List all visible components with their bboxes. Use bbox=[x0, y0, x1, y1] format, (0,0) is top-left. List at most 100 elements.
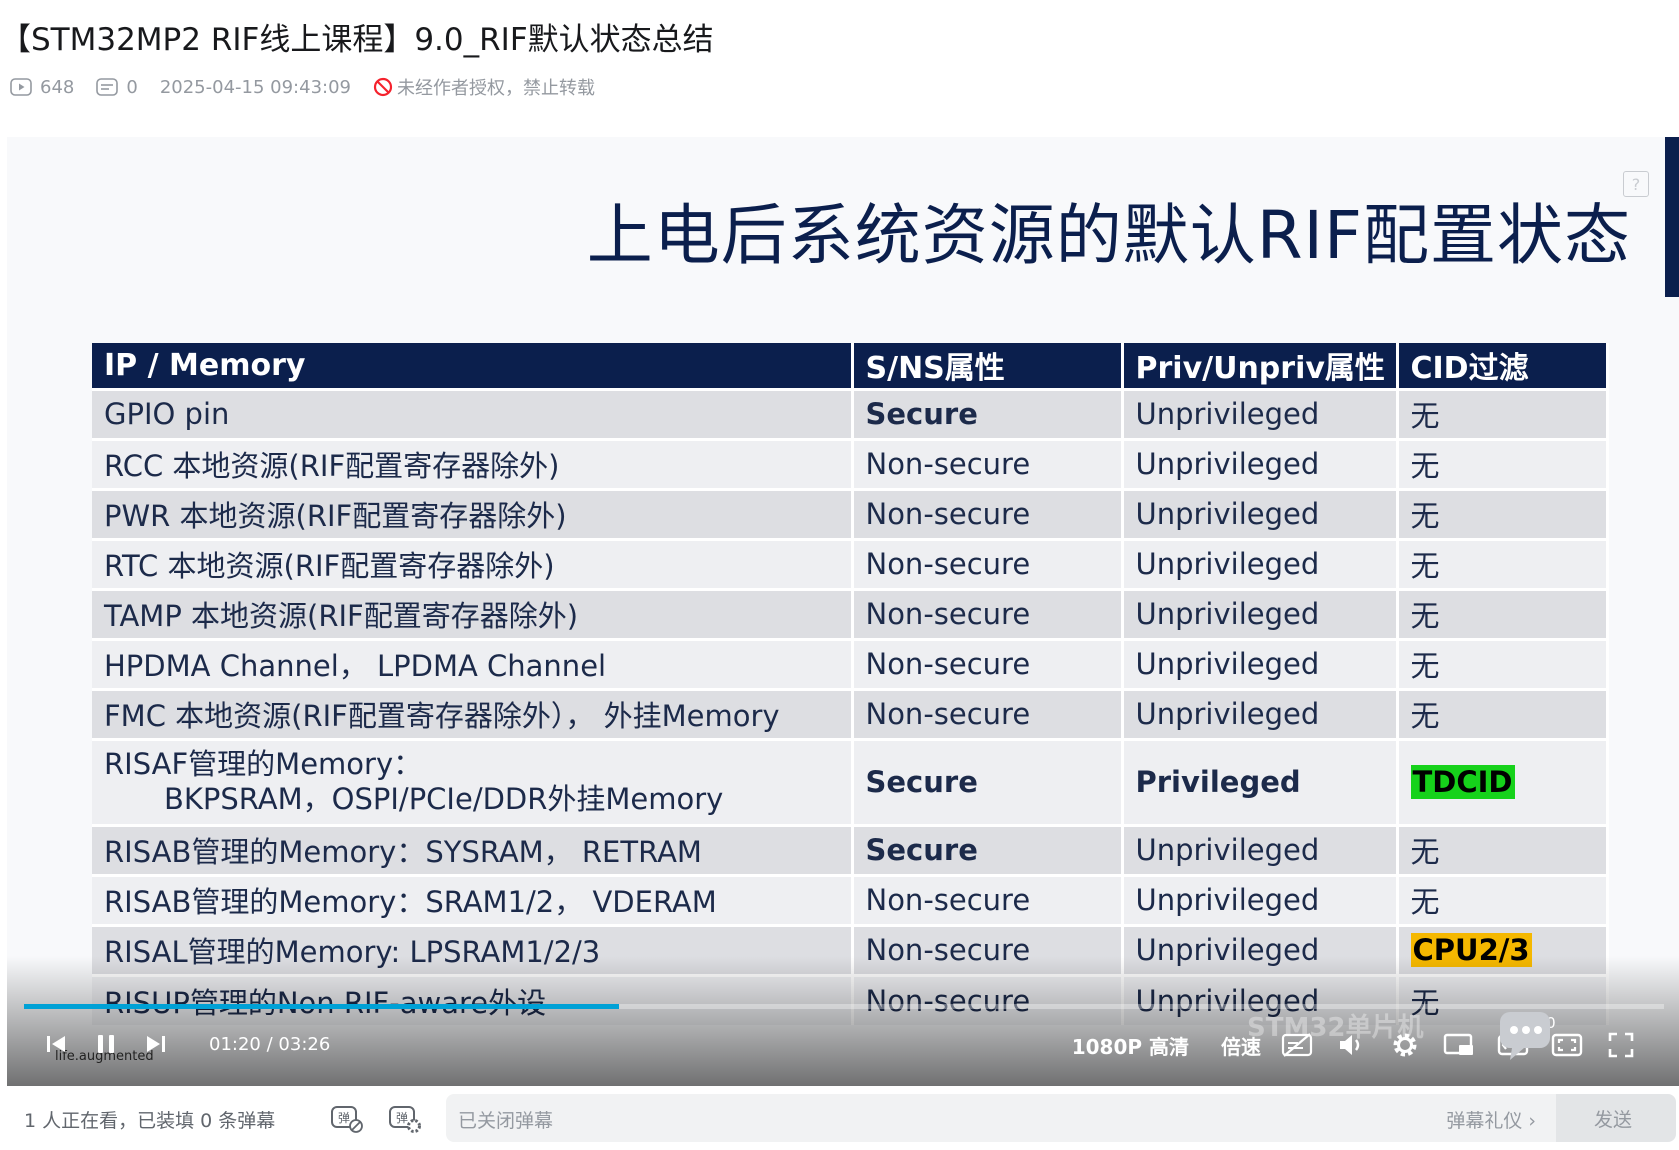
pause-button[interactable] bbox=[89, 1027, 123, 1061]
volume-button[interactable] bbox=[1333, 1027, 1369, 1063]
rif-config-table: IP / Memory S/NS属性 Priv/Unpriv属性 CID过滤 G… bbox=[92, 343, 1609, 1025]
table-row: RTC 本地资源(RIF配置寄存器除外) Non-secure Unprivileg… bbox=[92, 537, 1609, 589]
cid-cell: 无 bbox=[1397, 387, 1609, 439]
danmaku-settings-icon[interactable]: 弹 bbox=[386, 1100, 422, 1136]
picture-in-picture-button[interactable] bbox=[1441, 1027, 1477, 1063]
priv-cell: Privileged bbox=[1122, 737, 1399, 825]
cid-value: 无 bbox=[1410, 699, 1440, 733]
svg-text:弹: 弹 bbox=[396, 1111, 408, 1125]
ip-cell: PWR 本地资源(RIF配置寄存器除外) bbox=[92, 487, 854, 539]
speed-button[interactable]: 倍速 bbox=[1221, 1031, 1261, 1060]
total-time: 03:26 bbox=[278, 1033, 331, 1055]
cid-value: 无 bbox=[1410, 649, 1440, 683]
priv-cell: Unprivileged bbox=[1122, 437, 1399, 489]
ip-cell: RCC 本地资源(RIF配置寄存器除外) bbox=[92, 437, 854, 489]
priv-cell: Unprivileged bbox=[1122, 487, 1399, 539]
subtitle-toggle-button[interactable] bbox=[1279, 1027, 1315, 1063]
ip-name: HPDMA Channel， LPDMA Channel bbox=[104, 649, 607, 683]
settings-button[interactable] bbox=[1387, 1027, 1423, 1063]
copyright-text: 未经作者授权，禁止转载 bbox=[396, 78, 595, 99]
table-row: FMC 本地资源(RIF配置寄存器除外）， 外挂Memory Non-secure… bbox=[92, 687, 1609, 739]
gear-icon bbox=[1393, 1033, 1417, 1057]
sns-cell: Non-secure bbox=[852, 537, 1124, 589]
previous-button[interactable] bbox=[39, 1027, 73, 1061]
fullscreen-button[interactable] bbox=[1603, 1027, 1639, 1063]
ip-cell: TAMP 本地资源(RIF配置寄存器除外) bbox=[92, 587, 854, 639]
sns-cell: Non-secure bbox=[852, 873, 1124, 925]
danmaku-toggle-icon[interactable]: 弹 bbox=[328, 1100, 364, 1136]
sns-cell: Non-secure bbox=[852, 587, 1124, 639]
cid-cell: 无 bbox=[1397, 637, 1609, 689]
table-row: RISAF管理的Memory： BKPSRAM，OSPI/PCIe/DDR外挂Me… bbox=[92, 737, 1609, 825]
subtitle-off-icon bbox=[1281, 1033, 1313, 1057]
skip-previous-icon bbox=[47, 1036, 65, 1052]
volume-icon bbox=[1340, 1035, 1360, 1055]
send-button[interactable]: 发送 bbox=[1556, 1094, 1676, 1142]
ip-name: RISAB管理的Memory：SYSRAM， RETRAM bbox=[104, 835, 702, 869]
ip-cell: RISAB管理的Memory：SRAM1/2， VDERAM bbox=[92, 873, 854, 925]
table-row: TAMP 本地资源(RIF配置寄存器除外) Non-secure Unprivile… bbox=[92, 587, 1609, 639]
cid-value: 无 bbox=[1410, 399, 1440, 433]
ip-cell: GPIO pin bbox=[92, 387, 854, 439]
ip-name: RISAF管理的Memory： bbox=[104, 747, 423, 782]
table-row: GPIO pin Secure Unprivileged 无 bbox=[92, 387, 1609, 439]
table-row: HPDMA Channel， LPDMA Channel Non-secure Un… bbox=[92, 637, 1609, 689]
sns-cell: Secure bbox=[852, 387, 1124, 439]
play-count-icon bbox=[10, 78, 32, 96]
next-button[interactable] bbox=[139, 1027, 173, 1061]
quality-button[interactable]: 1080P 高清 bbox=[1072, 1031, 1189, 1060]
copyright-notice: 未经作者授权，禁止转载 bbox=[373, 74, 595, 100]
time-display: 01:20 / 03:26 bbox=[209, 1034, 330, 1055]
ip-name: RISAB管理的Memory：SRAM1/2， VDERAM bbox=[104, 885, 717, 919]
comments-count: 0 bbox=[126, 76, 138, 98]
danmaku-input[interactable]: 已关闭弹幕 弹幕礼仪 › bbox=[446, 1094, 1556, 1142]
ip-name: PWR 本地资源(RIF配置寄存器除外) bbox=[104, 499, 567, 533]
priv-cell: Unprivileged bbox=[1122, 387, 1399, 439]
video-player[interactable]: ? 上电后系统资源的默认RIF配置状态 IP / Memory S/NS属性 P… bbox=[7, 137, 1679, 1086]
priv-cell: Unprivileged bbox=[1122, 587, 1399, 639]
cid-value: 无 bbox=[1410, 449, 1440, 483]
ip-name: TAMP 本地资源(RIF配置寄存器除外) bbox=[104, 599, 579, 633]
ip-name: RTC 本地资源(RIF配置寄存器除外) bbox=[104, 549, 555, 583]
priv-cell: Unprivileged bbox=[1122, 537, 1399, 589]
priv-cell: Unprivileged bbox=[1122, 873, 1399, 925]
forum-chat-icon bbox=[1500, 1012, 1550, 1060]
cid-cell: 无 bbox=[1397, 587, 1609, 639]
cid-value: 无 bbox=[1410, 885, 1440, 919]
cid-value: 无 bbox=[1410, 549, 1440, 583]
table-row: RCC 本地资源(RIF配置寄存器除外) Non-secure Unprivileg… bbox=[92, 437, 1609, 489]
playback-controls: 01:20 / 03:26 bbox=[39, 1027, 330, 1061]
danmaku-etiquette-link[interactable]: 弹幕礼仪 › bbox=[1446, 1106, 1536, 1133]
ip-cell: HPDMA Channel， LPDMA Channel bbox=[92, 637, 854, 689]
slide-accent-bar bbox=[1665, 137, 1679, 297]
cid-cell: 无 bbox=[1397, 873, 1609, 925]
ip-name: GPIO pin bbox=[104, 397, 230, 431]
pause-icon bbox=[98, 1035, 114, 1053]
cid-value: TDCID bbox=[1410, 764, 1515, 799]
publish-datetime: 2025-04-15 09:43:09 bbox=[159, 76, 351, 98]
pip-icon bbox=[1443, 1033, 1473, 1055]
video-title: 【STM32MP2 RIF线上课程】9.0_RIF默认状态总结 bbox=[0, 22, 714, 58]
sns-cell: Non-secure bbox=[852, 637, 1124, 689]
send-label: 发送 bbox=[1594, 1108, 1633, 1131]
table-header-row: IP / Memory S/NS属性 Priv/Unpriv属性 CID过滤 bbox=[92, 343, 1609, 389]
ip-cell: FMC 本地资源(RIF配置寄存器除外）， 外挂Memory bbox=[92, 687, 854, 739]
cid-value: 无 bbox=[1410, 499, 1440, 533]
svg-text:弹: 弹 bbox=[338, 1111, 350, 1125]
table-row: RISAB管理的Memory：SRAM1/2， VDERAM Non-secure… bbox=[92, 873, 1609, 925]
danmaku-placeholder: 已关闭弹幕 bbox=[458, 1110, 554, 1132]
no-entry-icon bbox=[373, 77, 393, 97]
ip-cell: RISAF管理的Memory： BKPSRAM，OSPI/PCIe/DDR外挂Me… bbox=[92, 737, 854, 825]
column-header: Priv/Unpriv属性 bbox=[1122, 343, 1399, 389]
sns-cell: Secure bbox=[852, 823, 1124, 875]
progress-bar[interactable] bbox=[24, 1004, 1664, 1009]
priv-cell: Unprivileged bbox=[1122, 823, 1399, 875]
danmaku-bar: 1 人正在看，已装填 0 条弹幕 弹 弹 已关闭弹幕 弹幕礼仪 › 发送 bbox=[0, 1086, 1679, 1150]
video-meta: 648 0 2025-04-15 09:43:09 未经作者授权，禁止转载 bbox=[10, 72, 595, 102]
cid-cell: 无 bbox=[1397, 537, 1609, 589]
views-count: 648 bbox=[40, 76, 75, 98]
slide-title: 上电后系统资源的默认RIF配置状态 bbox=[586, 197, 1631, 274]
cid-cell: TDCID bbox=[1397, 737, 1609, 825]
cid-cell: 无 bbox=[1397, 687, 1609, 739]
sns-cell: Non-secure bbox=[852, 687, 1124, 739]
